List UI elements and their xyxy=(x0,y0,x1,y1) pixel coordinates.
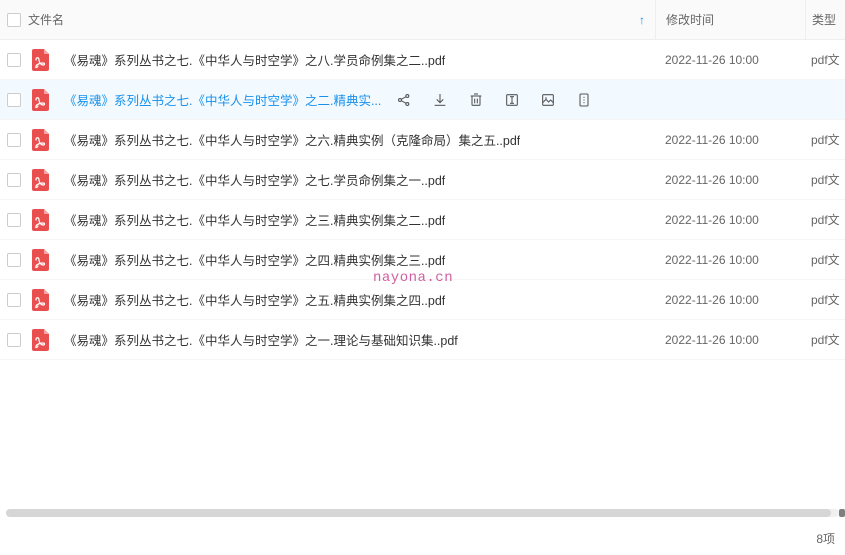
pdf-file-icon xyxy=(30,329,52,351)
scrollbar-end xyxy=(839,509,845,517)
pdf-file-icon xyxy=(30,289,52,311)
row-name-cell: 《易魂》系列丛书之七.《中华人与时空学》之六.精典实例（克隆命局）集之五..pd… xyxy=(24,129,655,151)
file-type-label: pdf文 xyxy=(811,291,840,308)
file-date-label: 2022-11-26 10:00 xyxy=(665,293,759,307)
file-name-label[interactable]: 《易魂》系列丛书之七.《中华人与时空学》之四.精典实例集之三..pdf xyxy=(64,250,445,269)
more-icon[interactable] xyxy=(575,91,593,109)
row-checkbox[interactable] xyxy=(7,53,21,67)
table-row[interactable]: 《易魂》系列丛书之七.《中华人与时空学》之一.理论与基础知识集..pdf 202… xyxy=(0,320,845,360)
file-type-label: pdf文 xyxy=(811,331,840,348)
table-row[interactable]: 《易魂》系列丛书之七.《中华人与时空学》之六.精典实例（克隆命局）集之五..pd… xyxy=(0,120,845,160)
pdf-file-icon xyxy=(30,249,52,271)
table-row[interactable]: 《易魂》系列丛书之七.《中华人与时空学》之八.学员命例集之二..pdf 2022… xyxy=(0,40,845,80)
select-all-checkbox[interactable] xyxy=(7,13,21,27)
row-checkbox[interactable] xyxy=(7,133,21,147)
pdf-file-icon xyxy=(30,209,52,231)
row-name-cell: 《易魂》系列丛书之七.《中华人与时空学》之五.精典实例集之四..pdf xyxy=(24,289,655,311)
file-type-label: pdf文 xyxy=(811,131,840,148)
row-type-cell: pdf文 xyxy=(805,51,845,68)
file-date-label: 2022-11-26 10:00 xyxy=(665,173,759,187)
table-row[interactable]: 《易魂》系列丛书之七.《中华人与时空学》之三.精典实例集之二..pdf 2022… xyxy=(0,200,845,240)
scrollbar-thumb[interactable] xyxy=(6,509,831,517)
header-date-label: 修改时间 xyxy=(666,11,714,28)
pdf-file-icon xyxy=(30,49,52,71)
row-checkbox[interactable] xyxy=(7,333,21,347)
row-checkbox[interactable] xyxy=(7,293,21,307)
header-type[interactable]: 类型 xyxy=(805,0,845,39)
row-name-cell: 《易魂》系列丛书之七.《中华人与时空学》之四.精典实例集之三..pdf xyxy=(24,249,655,271)
row-name-cell: 《易魂》系列丛书之七.《中华人与时空学》之一.理论与基础知识集..pdf xyxy=(24,329,655,351)
row-type-cell: pdf文 xyxy=(805,331,845,348)
file-name-label[interactable]: 《易魂》系列丛书之七.《中华人与时空学》之六.精典实例（克隆命局）集之五..pd… xyxy=(64,130,520,149)
pdf-file-icon xyxy=(30,129,52,151)
row-checkbox-cell xyxy=(0,133,24,147)
row-name-cell: 《易魂》系列丛书之七.《中华人与时空学》之三.精典实例集之二..pdf xyxy=(24,209,655,231)
row-type-cell: pdf文 xyxy=(805,291,845,308)
file-name-label[interactable]: 《易魂》系列丛书之七.《中华人与时空学》之三.精典实例集之二..pdf xyxy=(64,210,445,229)
row-type-cell: pdf文 xyxy=(805,171,845,188)
file-type-label: pdf文 xyxy=(811,51,840,68)
header-type-label: 类型 xyxy=(812,11,836,28)
row-type-cell: pdf文 xyxy=(805,131,845,148)
file-type-label: pdf文 xyxy=(811,251,840,268)
table-header: 文件名 ↑ 修改时间 类型 xyxy=(0,0,845,40)
file-name-label[interactable]: 《易魂》系列丛书之七.《中华人与时空学》之二.精典实... xyxy=(64,90,381,109)
row-checkbox[interactable] xyxy=(7,253,21,267)
pdf-file-icon xyxy=(30,169,52,191)
table-row[interactable]: 《易魂》系列丛书之七.《中华人与时空学》之七.学员命例集之一..pdf 2022… xyxy=(0,160,845,200)
delete-icon[interactable] xyxy=(467,91,485,109)
row-actions xyxy=(395,91,593,109)
row-name-cell: 《易魂》系列丛书之七.《中华人与时空学》之七.学员命例集之一..pdf xyxy=(24,169,655,191)
header-name[interactable]: 文件名 ↑ xyxy=(24,11,655,28)
file-date-label: 2022-11-26 10:00 xyxy=(665,253,759,267)
file-name-label[interactable]: 《易魂》系列丛书之七.《中华人与时空学》之七.学员命例集之一..pdf xyxy=(64,170,445,189)
row-type-cell: pdf文 xyxy=(805,251,845,268)
file-type-label: pdf文 xyxy=(811,171,840,188)
row-checkbox-cell xyxy=(0,253,24,267)
header-name-label: 文件名 xyxy=(28,11,64,28)
table-row[interactable]: 《易魂》系列丛书之七.《中华人与时空学》之二.精典实... xyxy=(0,80,845,120)
row-checkbox-cell xyxy=(0,213,24,227)
file-date-label: 2022-11-26 10:00 xyxy=(665,213,759,227)
row-checkbox-cell xyxy=(0,53,24,67)
row-date-cell: 2022-11-26 10:00 xyxy=(655,173,805,187)
image-icon[interactable] xyxy=(539,91,557,109)
row-date-cell: 2022-11-26 10:00 xyxy=(655,213,805,227)
rename-icon[interactable] xyxy=(503,91,521,109)
table-row[interactable]: 《易魂》系列丛书之七.《中华人与时空学》之四.精典实例集之三..pdf 2022… xyxy=(0,240,845,280)
header-checkbox-cell xyxy=(0,13,24,27)
row-checkbox[interactable] xyxy=(7,173,21,187)
download-icon[interactable] xyxy=(431,91,449,109)
footer-item-count: 8项 xyxy=(816,530,835,547)
row-date-cell: 2022-11-26 10:00 xyxy=(655,293,805,307)
row-checkbox-cell xyxy=(0,173,24,187)
row-checkbox[interactable] xyxy=(7,93,21,107)
row-name-cell: 《易魂》系列丛书之七.《中华人与时空学》之八.学员命例集之二..pdf xyxy=(24,49,655,71)
horizontal-scrollbar[interactable] xyxy=(6,509,839,517)
row-type-cell: pdf文 xyxy=(805,211,845,228)
row-date-cell: 2022-11-26 10:00 xyxy=(655,333,805,347)
file-table: 文件名 ↑ 修改时间 类型 《易魂》系列丛书之七.《中华人与时空学》之八.学员命… xyxy=(0,0,845,360)
row-checkbox-cell xyxy=(0,293,24,307)
file-date-label: 2022-11-26 10:00 xyxy=(665,53,759,67)
row-checkbox-cell xyxy=(0,333,24,347)
file-name-label[interactable]: 《易魂》系列丛书之七.《中华人与时空学》之八.学员命例集之二..pdf xyxy=(64,50,445,69)
file-name-label[interactable]: 《易魂》系列丛书之七.《中华人与时空学》之一.理论与基础知识集..pdf xyxy=(64,330,458,349)
file-date-label: 2022-11-26 10:00 xyxy=(665,133,759,147)
row-name-cell: 《易魂》系列丛书之七.《中华人与时空学》之二.精典实... xyxy=(24,89,655,111)
file-date-label: 2022-11-26 10:00 xyxy=(665,333,759,347)
file-type-label: pdf文 xyxy=(811,211,840,228)
share-icon[interactable] xyxy=(395,91,413,109)
table-body: 《易魂》系列丛书之七.《中华人与时空学》之八.学员命例集之二..pdf 2022… xyxy=(0,40,845,360)
file-name-label[interactable]: 《易魂》系列丛书之七.《中华人与时空学》之五.精典实例集之四..pdf xyxy=(64,290,445,309)
header-date[interactable]: 修改时间 xyxy=(655,0,805,39)
table-row[interactable]: 《易魂》系列丛书之七.《中华人与时空学》之五.精典实例集之四..pdf 2022… xyxy=(0,280,845,320)
row-date-cell: 2022-11-26 10:00 xyxy=(655,53,805,67)
row-checkbox-cell xyxy=(0,93,24,107)
sort-arrow-icon: ↑ xyxy=(639,13,645,27)
row-date-cell: 2022-11-26 10:00 xyxy=(655,253,805,267)
row-date-cell: 2022-11-26 10:00 xyxy=(655,133,805,147)
row-checkbox[interactable] xyxy=(7,213,21,227)
pdf-file-icon xyxy=(30,89,52,111)
